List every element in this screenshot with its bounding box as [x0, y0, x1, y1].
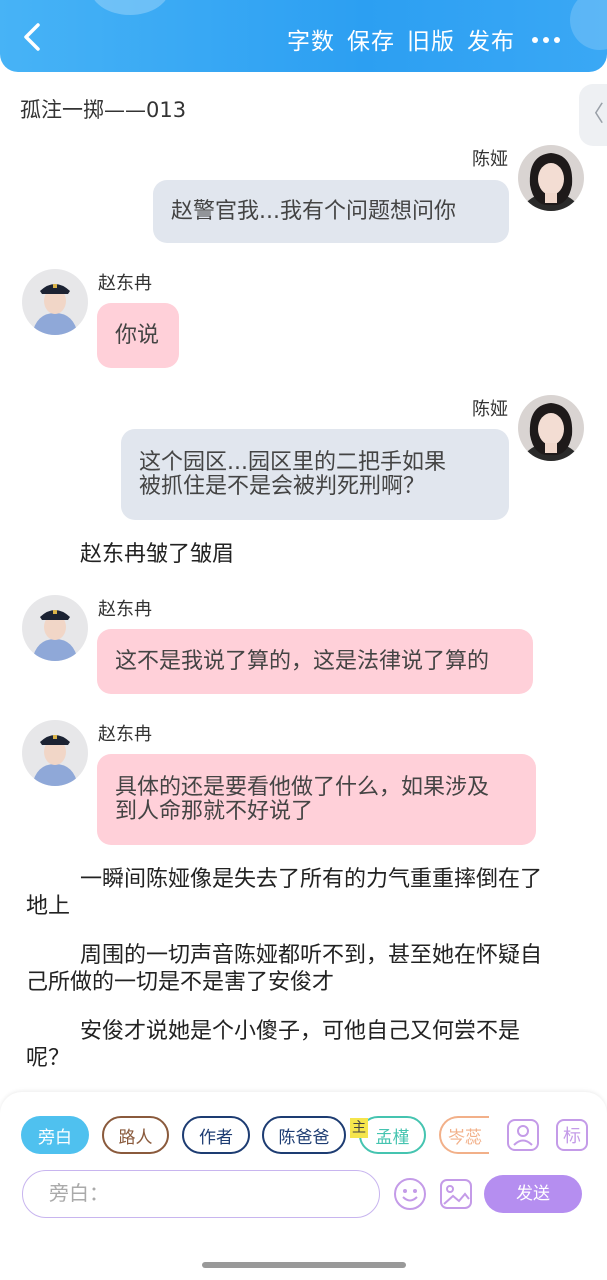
- role-chip-passerby[interactable]: 路人: [102, 1116, 169, 1154]
- message-bubble[interactable]: 你说: [97, 303, 179, 368]
- message-text: 这不是我说了算的，这是法律说了算的: [115, 648, 490, 674]
- side-drawer-toggle[interactable]: 〈: [579, 84, 607, 146]
- narration-line: 地上: [26, 894, 71, 919]
- narration-text[interactable]: 安俊才说她是个小傻子，可他自己又何尝不是 呢？: [26, 1018, 586, 1072]
- avatar-zhaodongran[interactable]: [22, 595, 88, 661]
- message-text: 赵警官我...我有个问题想问你: [171, 198, 456, 224]
- role-chip-mengjin[interactable]: 孟槿: [359, 1116, 426, 1154]
- message-bubble[interactable]: 这个园区...园区里的二把手如果 被抓住是不是会被判死刑啊？: [121, 429, 509, 520]
- more-options-icon[interactable]: [532, 28, 570, 44]
- narration-line: 呢？: [26, 1046, 71, 1071]
- message-text-line: 被抓住是不是会被判死刑啊？: [139, 473, 426, 499]
- speaker-name: 陈娅: [472, 149, 508, 170]
- main-role-badge: 主: [350, 1118, 368, 1138]
- message-text-line: 具体的还是要看他做了什么，如果涉及: [115, 774, 490, 800]
- send-button[interactable]: 发送: [484, 1175, 582, 1213]
- message-bubble[interactable]: 赵警官我...我有个问题想问你: [153, 180, 509, 243]
- message-text-line: 这个园区...园区里的二把手如果: [139, 449, 446, 475]
- speaker-name: 陈娅: [472, 399, 508, 420]
- contact-card-icon[interactable]: [506, 1118, 540, 1152]
- avatar-zhaodongran[interactable]: [22, 269, 88, 335]
- speaker-name: 赵东冉: [98, 273, 152, 294]
- message-bubble[interactable]: 这不是我说了算的，这是法律说了算的: [97, 629, 533, 694]
- narration-text[interactable]: 周围的一切声音陈娅都听不到，甚至她在怀疑自 己所做的一切是不是害了安俊才: [26, 942, 586, 996]
- home-indicator[interactable]: [202, 1262, 406, 1268]
- avatar-chenya[interactable]: [518, 145, 584, 211]
- save-button[interactable]: 保存: [347, 22, 395, 56]
- document-title: 孤注一掷——013: [20, 98, 187, 122]
- speaker-name: 赵东冉: [98, 599, 152, 620]
- decor-bubble: [570, 0, 607, 50]
- word-count-button[interactable]: 字数: [287, 22, 335, 56]
- message-text: 你说: [115, 322, 160, 348]
- tag-icon[interactable]: 标: [555, 1118, 589, 1152]
- old-version-button[interactable]: 旧版: [407, 22, 455, 56]
- narration-line: 周围的一切声音陈娅都听不到，甚至她在怀疑自: [80, 943, 543, 968]
- narration-text[interactable]: 一瞬间陈娅像是失去了所有的力气重重摔倒在了 地上: [26, 866, 586, 920]
- role-chip-dad[interactable]: 陈爸爸: [262, 1116, 346, 1154]
- tag-icon-label: 标: [563, 1126, 581, 1147]
- role-chip-narration[interactable]: 旁白: [21, 1116, 89, 1154]
- message-input[interactable]: 旁白：: [22, 1170, 380, 1218]
- image-icon[interactable]: [439, 1177, 473, 1211]
- message-text-line: 到人命那就不好说了: [115, 798, 314, 824]
- narration-line: 安俊才说她是个小傻子，可他自己又何尝不是: [80, 1019, 521, 1044]
- emoji-icon[interactable]: [393, 1177, 427, 1211]
- decor-bubble: [90, 0, 170, 15]
- speaker-name: 赵东冉: [98, 724, 152, 745]
- narration-line: 一瞬间陈娅像是失去了所有的力气重重摔倒在了: [80, 867, 543, 892]
- narration-text[interactable]: 赵东冉皱了皱眉: [80, 541, 234, 568]
- back-icon[interactable]: [16, 20, 50, 54]
- message-bubble[interactable]: 具体的还是要看他做了什么，如果涉及 到人命那就不好说了: [97, 754, 536, 845]
- avatar-zhaodongran[interactable]: [22, 720, 88, 786]
- role-chip-cenrui[interactable]: 岑蕊: [439, 1116, 489, 1154]
- narration-line: 己所做的一切是不是害了安俊才: [26, 970, 335, 995]
- role-chip-author[interactable]: 作者: [182, 1116, 250, 1154]
- publish-button[interactable]: 发布: [467, 22, 515, 56]
- avatar-chenya[interactable]: [518, 395, 584, 461]
